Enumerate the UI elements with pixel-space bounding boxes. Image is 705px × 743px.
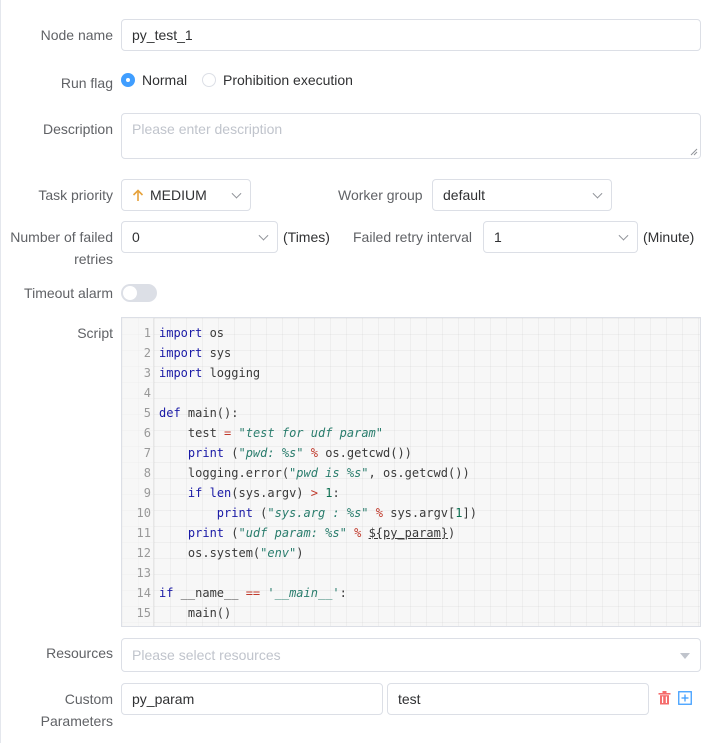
retry-interval-select[interactable]: 1 — [483, 221, 638, 253]
resources-placeholder: Please select resources — [132, 647, 281, 663]
code-line: 14 if __name__ == '__main__': — [122, 583, 700, 603]
chevron-down-icon — [258, 230, 269, 241]
custom-param-value-input[interactable]: test — [387, 683, 649, 715]
caret-down-icon — [680, 653, 690, 659]
line-number: 13 — [136, 566, 151, 580]
code-line: 4 — [122, 383, 700, 403]
code-text: def main(): — [159, 406, 239, 420]
code-line: 8 logging.error("pwd is %s", os.getcwd()… — [122, 463, 700, 483]
retry-interval-unit: (Minute) — [643, 229, 695, 245]
custom-params-label-line1: Custom — [64, 691, 113, 707]
trash-icon[interactable] — [658, 691, 671, 705]
code-line: 1 import os — [122, 323, 700, 343]
line-number: 6 — [143, 426, 151, 440]
line-number: 2 — [143, 346, 151, 360]
code-text: import sys — [159, 346, 232, 360]
code-text: print ("udf param: %s" % ${py_param}) — [187, 526, 456, 540]
worker-group-select[interactable]: default — [432, 179, 612, 211]
failed-retries-value: 0 — [132, 229, 140, 245]
chevron-down-icon — [231, 188, 242, 199]
arrow-up-icon — [132, 188, 144, 201]
failed-retries-label-line1: Number of failed — [10, 229, 113, 245]
resources-label: Resources — [46, 645, 113, 661]
code-text: logging.error("pwd is %s", os.getcwd()) — [159, 466, 470, 480]
add-square-icon[interactable] — [678, 691, 692, 705]
failed-retries-select[interactable]: 0 — [121, 221, 278, 253]
code-text: test = "test for udf param" — [159, 426, 383, 440]
chevron-down-icon — [592, 188, 603, 199]
code-line: 7 print ("pwd: %s" % os.getcwd()) — [122, 443, 700, 463]
line-number: 14 — [136, 586, 151, 600]
timeout-alarm-label: Timeout alarm — [24, 285, 113, 301]
task-priority-label: Task priority — [38, 187, 113, 203]
node-name-label: Node name — [40, 27, 113, 43]
panel-border — [0, 0, 1, 743]
code-line: 12 os.system("env") — [122, 543, 700, 563]
line-number: 15 — [136, 606, 151, 620]
code-line: 9 if len(sys.argv) > 1: — [122, 483, 700, 503]
code-line: 6 test = "test for udf param" — [122, 423, 700, 443]
description-textarea[interactable]: Please enter description — [121, 113, 701, 159]
node-name-value: py_test_1 — [132, 27, 193, 43]
code-line: 13 — [122, 563, 700, 583]
code-line: 3 import logging — [122, 363, 700, 383]
code-line: 15 main() — [122, 603, 700, 623]
task-priority-value: MEDIUM — [150, 187, 207, 203]
run-flag-prohibition-label: Prohibition execution — [223, 72, 353, 88]
code-line: 11 print ("udf param: %s" % ${py_param}) — [122, 523, 700, 543]
code-line: 10 print ("sys.arg : %s" % sys.argv[1]) — [122, 503, 700, 523]
line-number: 9 — [143, 486, 151, 500]
node-name-input[interactable]: py_test_1 — [121, 19, 701, 51]
chevron-down-icon — [618, 230, 629, 241]
retry-interval-label: Failed retry interval — [353, 229, 473, 245]
retry-interval-value: 1 — [494, 229, 502, 245]
line-number: 4 — [143, 386, 151, 400]
custom-param-prop-input[interactable]: py_param — [121, 683, 383, 715]
code-text: main() — [159, 606, 232, 620]
code-text: print ("pwd: %s" % os.getcwd()) — [187, 446, 412, 460]
script-editor[interactable]: 1 import os 2 import sys 3 import logging 4 5 de… — [121, 317, 701, 627]
resize-handle-icon[interactable] — [690, 148, 698, 156]
run-flag-normal-radio[interactable]: Normal — [121, 72, 187, 88]
failed-retries-label: Number of failed retries — [10, 226, 113, 270]
code-text: print ("sys.arg : %s" % sys.argv[1]) — [216, 506, 477, 520]
line-number: 7 — [143, 446, 151, 460]
code-text: import os — [159, 326, 225, 340]
description-label: Description — [42, 121, 113, 137]
resources-select[interactable]: Please select resources — [121, 638, 701, 672]
failed-retries-unit: (Times) — [283, 229, 330, 245]
run-flag-prohibition-radio[interactable]: Prohibition execution — [202, 72, 353, 88]
code-text: os.system("env") — [159, 546, 304, 560]
custom-params-label-line2: Parameters — [40, 713, 113, 729]
custom-param-prop-value: py_param — [132, 691, 195, 707]
line-number: 3 — [143, 366, 151, 380]
run-flag-normal-label: Normal — [142, 72, 188, 88]
script-label: Script — [77, 325, 113, 341]
line-number: 1 — [143, 326, 151, 340]
worker-group-value: default — [443, 187, 486, 203]
custom-params-label: Custom Parameters — [41, 688, 113, 732]
line-number: 8 — [143, 466, 151, 480]
run-flag-label: Run flag — [60, 75, 113, 91]
code-line: 5 def main(): — [122, 403, 700, 423]
description-placeholder: Please enter description — [132, 121, 283, 137]
code-text: if len(sys.argv) > 1: — [187, 486, 340, 500]
timeout-alarm-switch[interactable] — [121, 284, 157, 302]
failed-retries-label-line2: retries — [74, 251, 113, 267]
worker-group-label: Worker group — [338, 187, 423, 203]
line-number: 5 — [143, 406, 151, 420]
radio-unchecked-icon — [202, 73, 216, 87]
code-text: if __name__ == '__main__': — [159, 586, 347, 600]
custom-param-value: test — [398, 691, 421, 707]
code-text: import logging — [159, 366, 261, 380]
line-number: 10 — [136, 506, 151, 520]
line-number: 11 — [136, 526, 151, 540]
line-number: 12 — [136, 546, 151, 560]
task-priority-select[interactable]: MEDIUM — [121, 179, 251, 211]
radio-checked-icon — [121, 73, 135, 87]
code-line: 2 import sys — [122, 343, 700, 363]
